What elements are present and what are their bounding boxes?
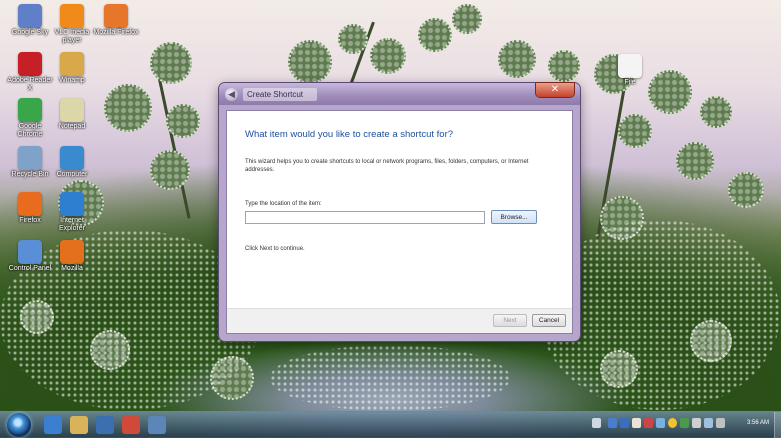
desktop-icon-label: Mozilla xyxy=(61,265,83,272)
tray-volume-icon[interactable] xyxy=(704,418,713,428)
location-input[interactable] xyxy=(245,211,485,224)
wizard-description: This wizard helps you to create shortcut… xyxy=(245,159,529,173)
tray-app-icon[interactable] xyxy=(716,418,725,428)
wallpaper-flower xyxy=(370,38,406,74)
vlc-cone-icon xyxy=(60,4,84,28)
tray-flag-icon[interactable] xyxy=(592,418,601,428)
desktop-icon-control-panel[interactable]: Control Panel xyxy=(6,240,54,273)
computer-icon xyxy=(60,146,84,170)
create-shortcut-dialog: ◀ Create Shortcut ✕ What item would you … xyxy=(219,83,580,341)
taskbar-internet-explorer-icon[interactable] xyxy=(44,416,62,434)
wallpaper-flower xyxy=(418,18,452,52)
desktop-icon-winamp[interactable]: Winamp xyxy=(48,52,96,85)
wallpaper-flower xyxy=(676,142,714,180)
control-panel-icon xyxy=(18,240,42,264)
start-button[interactable] xyxy=(7,413,31,437)
tray-app-icon[interactable] xyxy=(632,418,641,428)
taskbar: 3:56 AM xyxy=(0,411,781,438)
wallpaper-flower xyxy=(104,84,152,132)
tray-app-icon[interactable] xyxy=(620,418,629,428)
desktop-icon-notepad[interactable]: Notepad xyxy=(48,98,96,131)
notepad-icon xyxy=(60,98,84,122)
desktop-icon-internet-explorer[interactable]: Internet Explorer xyxy=(48,192,96,233)
firefox-icon xyxy=(18,192,42,216)
wallpaper-flower xyxy=(618,114,652,148)
wallpaper-flower xyxy=(498,40,536,78)
dialog-footer: Next Cancel xyxy=(227,308,572,333)
desktop-icon-label: Recycle Bin xyxy=(11,171,49,178)
wallpaper-flower xyxy=(648,70,692,114)
desktop-icon-label: Mozilla Firefox xyxy=(93,29,139,36)
chrome-icon xyxy=(18,98,42,122)
google-sky-icon xyxy=(18,4,42,28)
continue-hint: Click Next to continue. xyxy=(245,246,305,252)
next-button[interactable]: Next xyxy=(493,314,527,327)
desktop-icon-firefox[interactable]: Mozilla Firefox xyxy=(92,4,140,37)
desktop-icon-vlc[interactable]: VLC media player xyxy=(48,4,96,45)
back-arrow-icon[interactable]: ◀ xyxy=(225,88,238,101)
desktop-icon-chrome[interactable]: Google Chrome xyxy=(6,98,54,139)
wallpaper-flower xyxy=(338,24,368,54)
desktop-icon-label: Adobe Reader X xyxy=(7,77,53,92)
desktop-icon-label: Internet Explorer xyxy=(58,217,86,232)
tray-network-icon[interactable] xyxy=(608,418,617,428)
tray-app-icon[interactable] xyxy=(680,418,689,428)
desktop-icon-label: Google Sky xyxy=(11,29,49,36)
close-button[interactable]: ✕ xyxy=(536,83,574,97)
desktop-icon-recycle-bin[interactable]: Recycle Bin xyxy=(6,146,54,179)
desktop-icon-file[interactable]: File xyxy=(606,54,654,87)
internet-explorer-icon xyxy=(60,192,84,216)
desktop-icon-firefox-2[interactable]: Firefox xyxy=(6,192,54,225)
taskbar-explorer-icon[interactable] xyxy=(70,416,88,434)
desktop-icon-label: File xyxy=(624,79,636,86)
tray-app-icon[interactable] xyxy=(692,418,701,428)
wallpaper-flower xyxy=(166,104,200,138)
adobe-reader-icon xyxy=(18,52,42,76)
wallpaper-flower xyxy=(548,50,580,82)
location-label: Type the location of the item: xyxy=(245,201,322,207)
recycle-bin-icon xyxy=(18,146,42,170)
browse-button[interactable]: Browse... xyxy=(491,210,537,224)
desktop-icon-mozilla[interactable]: Mozilla xyxy=(48,240,96,273)
wallpaper-stem xyxy=(156,71,191,219)
desktop-icon-computer[interactable]: Computer xyxy=(48,146,96,179)
wallpaper-flower xyxy=(728,172,764,208)
desktop-icon-label: Notepad xyxy=(58,123,86,130)
dialog-title: Create Shortcut xyxy=(243,88,317,101)
tray-app-icon[interactable] xyxy=(656,418,665,428)
desktop-icon-label: Google Chrome xyxy=(17,123,43,138)
mozilla-icon xyxy=(60,240,84,264)
taskbar-media-player-icon[interactable] xyxy=(96,416,114,434)
wallpaper-dots xyxy=(270,345,510,411)
wallpaper-flower xyxy=(288,40,332,84)
taskbar-clock[interactable]: 3:56 AM xyxy=(747,420,769,426)
show-desktop-button[interactable] xyxy=(774,412,781,438)
desktop-icon-adobe-reader[interactable]: Adobe Reader X xyxy=(6,52,54,93)
desktop-icon-label: Control Panel xyxy=(8,265,52,272)
wallpaper-flower xyxy=(150,150,190,190)
cancel-button[interactable]: Cancel xyxy=(532,314,566,327)
taskbar-chrome-icon[interactable] xyxy=(122,416,140,434)
desktop-icon-label: Firefox xyxy=(19,217,41,224)
wallpaper-flower xyxy=(700,96,732,128)
tray-app-icon[interactable] xyxy=(644,418,653,428)
tray-update-icon[interactable] xyxy=(668,418,677,428)
wallpaper-flower xyxy=(150,42,192,84)
desktop-icon-label: VLC media player xyxy=(54,29,90,44)
dialog-content: What item would you like to create a sho… xyxy=(226,110,573,334)
desktop-icon-label: Computer xyxy=(56,171,88,178)
taskbar-window-icon[interactable] xyxy=(148,416,166,434)
dialog-titlebar[interactable]: ◀ Create Shortcut ✕ xyxy=(219,83,580,105)
desktop-icon-label: Winamp xyxy=(59,77,85,84)
wallpaper-flower xyxy=(452,4,482,34)
firefox-icon xyxy=(104,4,128,28)
file-icon xyxy=(618,54,642,78)
winamp-icon xyxy=(60,52,84,76)
wizard-heading: What item would you like to create a sho… xyxy=(245,129,454,140)
desktop-icon-google-sky[interactable]: Google Sky xyxy=(6,4,54,37)
